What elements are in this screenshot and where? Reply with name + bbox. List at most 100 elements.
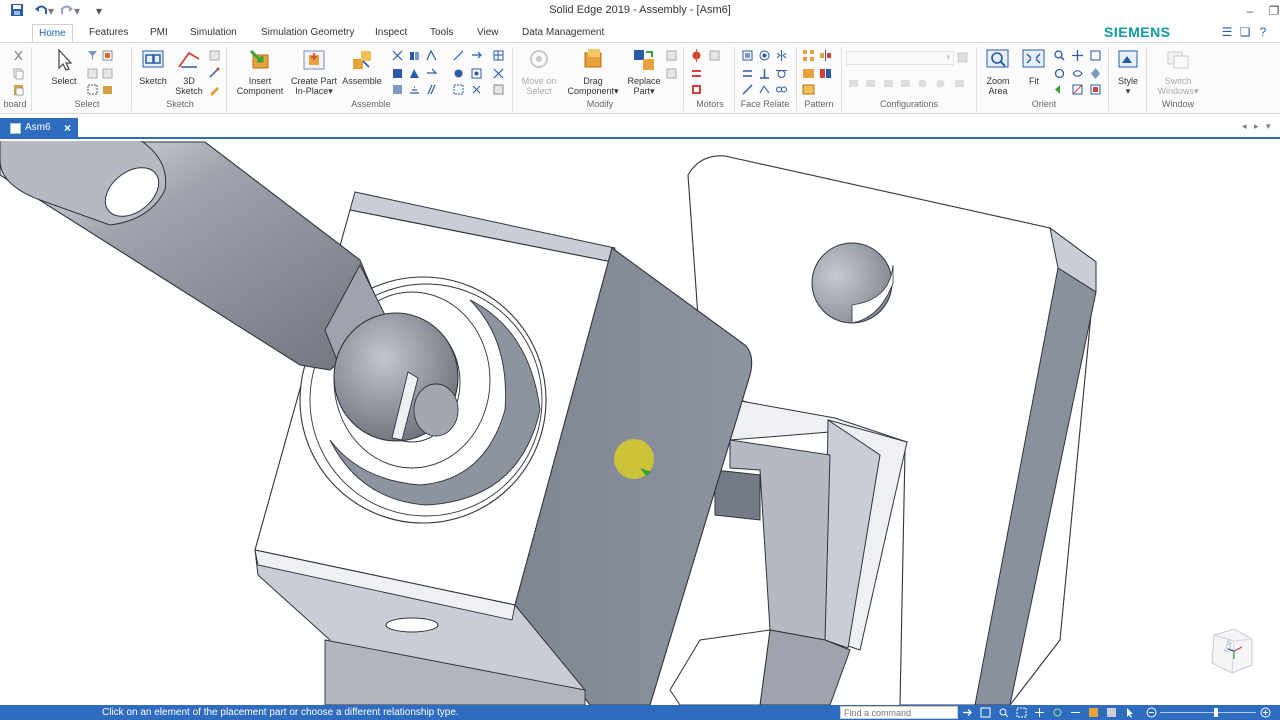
tab-pmi[interactable]: PMI: [144, 24, 174, 42]
tab-inspect[interactable]: Inspect: [369, 24, 413, 42]
zoom-slider-thumb[interactable]: [1214, 708, 1218, 717]
relate-ground-icon[interactable]: [408, 83, 421, 96]
cut-icon[interactable]: [12, 49, 25, 62]
relate-mate-icon[interactable]: [391, 49, 404, 62]
paste-icon[interactable]: [12, 83, 25, 96]
relate-connect-icon[interactable]: [470, 49, 483, 62]
relate-cam-icon[interactable]: [408, 67, 421, 80]
tab-data-management[interactable]: Data Management: [516, 24, 610, 42]
tab-scroll-right-icon[interactable]: ▸: [1254, 121, 1259, 132]
relate-gear-icon[interactable]: [425, 67, 438, 80]
zoom-out-icon[interactable]: [1146, 707, 1157, 718]
config-tool-7-icon[interactable]: [953, 77, 966, 90]
relate-center-icon[interactable]: [470, 67, 483, 80]
simulate-motor-icon[interactable]: [690, 83, 703, 96]
select-options-icon[interactable]: [101, 67, 114, 80]
modify-tool-2-icon[interactable]: [665, 67, 678, 80]
select-component-icon[interactable]: [101, 83, 114, 96]
relate-axial-align-icon[interactable]: [425, 49, 438, 62]
help-icon[interactable]: ?: [1256, 25, 1270, 39]
zoom-slider[interactable]: [1160, 712, 1256, 713]
modify-tool-1-icon[interactable]: [665, 49, 678, 62]
face-symmetric-icon[interactable]: [775, 49, 788, 62]
relate-grid-icon[interactable]: [492, 49, 505, 62]
along-curve-icon[interactable]: [802, 67, 815, 80]
relate-suppress-icon[interactable]: [492, 83, 505, 96]
tab-features[interactable]: Features: [83, 24, 134, 42]
select-button[interactable]: Select: [46, 47, 82, 86]
face-perpendicular-icon[interactable]: [758, 67, 771, 80]
pattern-fill-icon[interactable]: [802, 83, 815, 96]
tab-scroll-left-icon[interactable]: ◂: [1242, 121, 1247, 132]
relate-angle-icon[interactable]: [452, 49, 465, 62]
shaded-view-icon[interactable]: [1088, 707, 1099, 718]
view-cube[interactable]: TOP: [1204, 627, 1258, 677]
style-button[interactable]: Style ▾: [1114, 47, 1142, 96]
config-tool-4-icon[interactable]: [899, 77, 912, 90]
graphics-viewport[interactable]: TOP: [0, 141, 1280, 705]
drag-component-button[interactable]: Drag Component▾: [562, 47, 624, 96]
relate-options-icon[interactable]: [452, 83, 465, 96]
view-restore-icon[interactable]: [1089, 49, 1102, 62]
assembly-model[interactable]: [0, 141, 1280, 705]
windows-icon[interactable]: ❏: [1238, 25, 1252, 39]
face-offset-icon[interactable]: [758, 83, 771, 96]
layout-icon[interactable]: ☰: [1220, 25, 1234, 39]
tab-tools[interactable]: Tools: [424, 24, 459, 42]
select-status-icon[interactable]: [1124, 707, 1135, 718]
previous-view-icon[interactable]: [1053, 83, 1066, 96]
sketch-view-icon[interactable]: [1071, 83, 1084, 96]
config-tool-5-icon[interactable]: [916, 77, 929, 90]
face-lock-icon[interactable]: [741, 83, 754, 96]
sketch-tool-icon[interactable]: [208, 49, 221, 62]
config-tool-3-icon[interactable]: [882, 77, 895, 90]
restore-icon[interactable]: ❐: [1265, 2, 1280, 20]
named-views-icon[interactable]: [1089, 83, 1102, 96]
sketch-button[interactable]: Sketch: [137, 47, 169, 86]
tab-view[interactable]: View: [471, 24, 505, 42]
quick-pick-icon[interactable]: [86, 67, 99, 80]
move-on-select-button[interactable]: Move on Select: [516, 47, 562, 96]
face-coplanar-icon[interactable]: [741, 49, 754, 62]
tab-list-icon[interactable]: ▾: [1266, 121, 1271, 132]
copy-icon[interactable]: [12, 67, 25, 80]
close-tab-icon[interactable]: ×: [64, 118, 71, 138]
config-tool-2-icon[interactable]: [864, 77, 877, 90]
rotational-motor-icon[interactable]: [690, 49, 703, 62]
insert-component-button[interactable]: Insert Component: [232, 47, 288, 96]
command-go-icon[interactable]: [962, 707, 973, 718]
relate-rigid-icon[interactable]: [391, 83, 404, 96]
relate-match-icon[interactable]: [452, 67, 465, 80]
select-box-icon[interactable]: [86, 83, 99, 96]
sketch-relate-icon[interactable]: [208, 67, 221, 80]
document-tab-asm6[interactable]: Asm6 ×: [0, 118, 78, 139]
fit-button[interactable]: Fit: [1018, 47, 1050, 86]
tab-simulation-geometry[interactable]: Simulation Geometry: [255, 24, 360, 42]
spin-about-icon[interactable]: [1071, 67, 1084, 80]
fit-view-icon[interactable]: [980, 707, 991, 718]
configuration-dropdown[interactable]: [846, 51, 954, 65]
3d-sketch-button[interactable]: 3D Sketch: [173, 47, 205, 96]
relate-flip-icon[interactable]: [470, 83, 483, 96]
zoom-area-status-icon[interactable]: [1016, 707, 1027, 718]
linear-motor-icon[interactable]: [690, 67, 703, 80]
tab-simulation[interactable]: Simulation: [184, 24, 243, 42]
duplicate-component-icon[interactable]: [819, 67, 832, 80]
pattern-icon[interactable]: [802, 49, 815, 62]
replace-part-button[interactable]: Replace Part▾: [624, 47, 664, 96]
face-concentric-icon[interactable]: [758, 49, 771, 62]
spin-status-icon[interactable]: [1070, 707, 1081, 718]
pan-status-icon[interactable]: [1034, 707, 1045, 718]
motor-tool-icon[interactable]: [708, 49, 721, 62]
relate-tangent-icon[interactable]: [391, 67, 404, 80]
command-finder-input[interactable]: [840, 706, 958, 719]
zoom-in-icon[interactable]: [1260, 707, 1271, 718]
config-tool-6-icon[interactable]: [934, 77, 947, 90]
relate-planar-align-icon[interactable]: [408, 49, 421, 62]
face-tangent-icon[interactable]: [775, 67, 788, 80]
zoom-icon[interactable]: [1053, 49, 1066, 62]
assemble-button[interactable]: Assemble: [340, 47, 384, 86]
pan-icon[interactable]: [1071, 49, 1084, 62]
configuration-save-icon[interactable]: [956, 51, 969, 64]
zoom-area-button[interactable]: Zoom Area: [982, 47, 1014, 96]
